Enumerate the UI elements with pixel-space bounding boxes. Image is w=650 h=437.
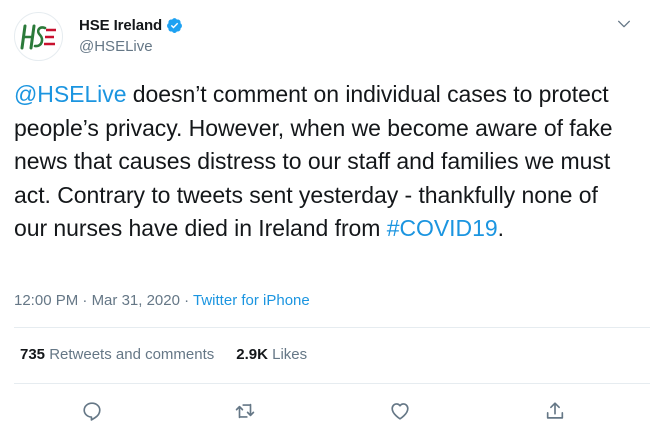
divider: [14, 383, 650, 384]
like-button[interactable]: [386, 397, 414, 425]
meta-separator: ·: [179, 292, 194, 309]
handle[interactable]: @HSELive: [79, 37, 183, 57]
tweet-text: @HSELive doesn’t comment on individual c…: [14, 78, 634, 246]
tweet-text-end: .: [497, 215, 504, 241]
likes-label: Likes: [267, 346, 308, 363]
avatar[interactable]: [14, 12, 63, 61]
retweets-label: Retweets and comments: [45, 346, 215, 363]
likes-stat[interactable]: 2.9K Likes: [236, 344, 307, 366]
display-name[interactable]: HSE Ireland: [79, 17, 162, 34]
retweets-count: 735: [20, 346, 46, 363]
heart-icon: [391, 403, 409, 420]
reply-button[interactable]: [78, 397, 106, 425]
mention-link[interactable]: @HSELive: [14, 81, 126, 107]
tweet-source-link[interactable]: Twitter for iPhone: [193, 292, 310, 309]
likes-count: 2.9K: [236, 346, 268, 363]
retweets-stat[interactable]: 735 Retweets and comments: [20, 344, 214, 366]
share-button[interactable]: [541, 397, 569, 425]
retweet-icon: [235, 403, 255, 419]
tweet-stats: 735 Retweets and comments 2.9K Likes: [20, 344, 307, 366]
name-row: HSE Ireland: [79, 15, 183, 35]
author-block: HSE Ireland @HSELive: [79, 15, 183, 57]
verified-badge-icon: [167, 17, 183, 33]
meta-separator: ·: [78, 292, 92, 309]
reply-icon: [83, 402, 101, 421]
tweet-date[interactable]: Mar 31, 2020: [92, 292, 180, 309]
share-icon: [546, 402, 564, 419]
tweet-card: HSE Ireland @HSELive @HSELive doesn’t co…: [0, 0, 650, 437]
hashtag-link[interactable]: #COVID19: [387, 215, 498, 241]
tweet-meta: 12:00 PM · Mar 31, 2020 · Twitter for iP…: [14, 290, 310, 312]
action-bar: [0, 397, 650, 425]
retweet-button[interactable]: [231, 397, 259, 425]
hse-logo-icon: [20, 24, 56, 49]
divider: [14, 327, 650, 328]
tweet-time[interactable]: 12:00 PM: [14, 292, 78, 309]
chevron-down-icon[interactable]: [616, 16, 632, 32]
